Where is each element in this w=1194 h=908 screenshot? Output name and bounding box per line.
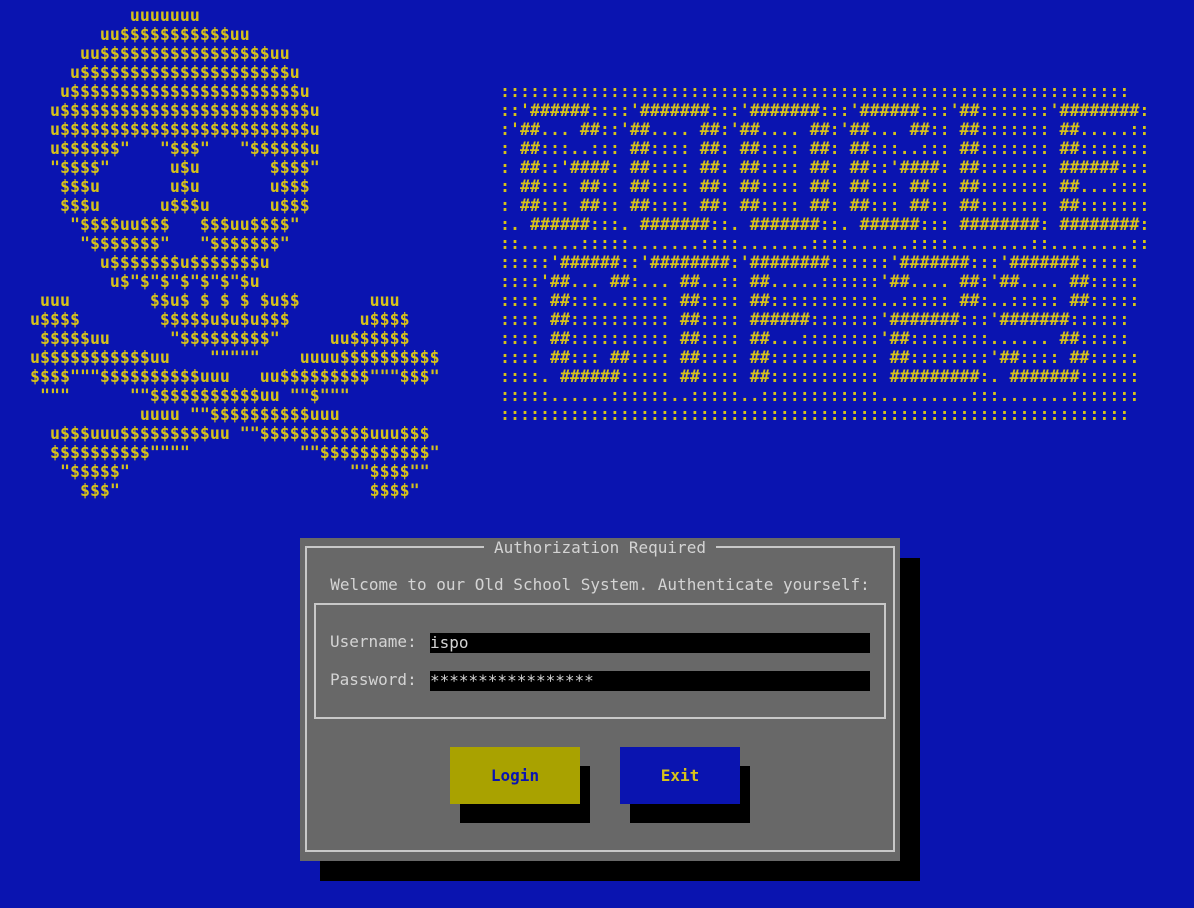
username-label: Username: bbox=[330, 632, 417, 651]
login-form bbox=[314, 603, 886, 719]
skull-ascii-art: uuuuuuu uu$$$$$$$$$$$uu uu$$$$$$$$$$$$$$… bbox=[30, 6, 440, 500]
dialog-title: Authorization Required bbox=[300, 538, 900, 558]
password-input[interactable]: ***************** bbox=[430, 671, 870, 691]
username-input[interactable]: ispo bbox=[430, 633, 870, 653]
login-button[interactable]: Login bbox=[450, 747, 580, 804]
banner-ascii-art: ::::::::::::::::::::::::::::::::::::::::… bbox=[500, 82, 1150, 424]
password-label: Password: bbox=[330, 670, 417, 689]
welcome-message: Welcome to our Old School System. Authen… bbox=[330, 575, 870, 594]
dialog-title-text: Authorization Required bbox=[484, 538, 716, 557]
exit-button[interactable]: Exit bbox=[620, 747, 740, 804]
auth-dialog: Authorization Required Welcome to our Ol… bbox=[300, 538, 900, 861]
